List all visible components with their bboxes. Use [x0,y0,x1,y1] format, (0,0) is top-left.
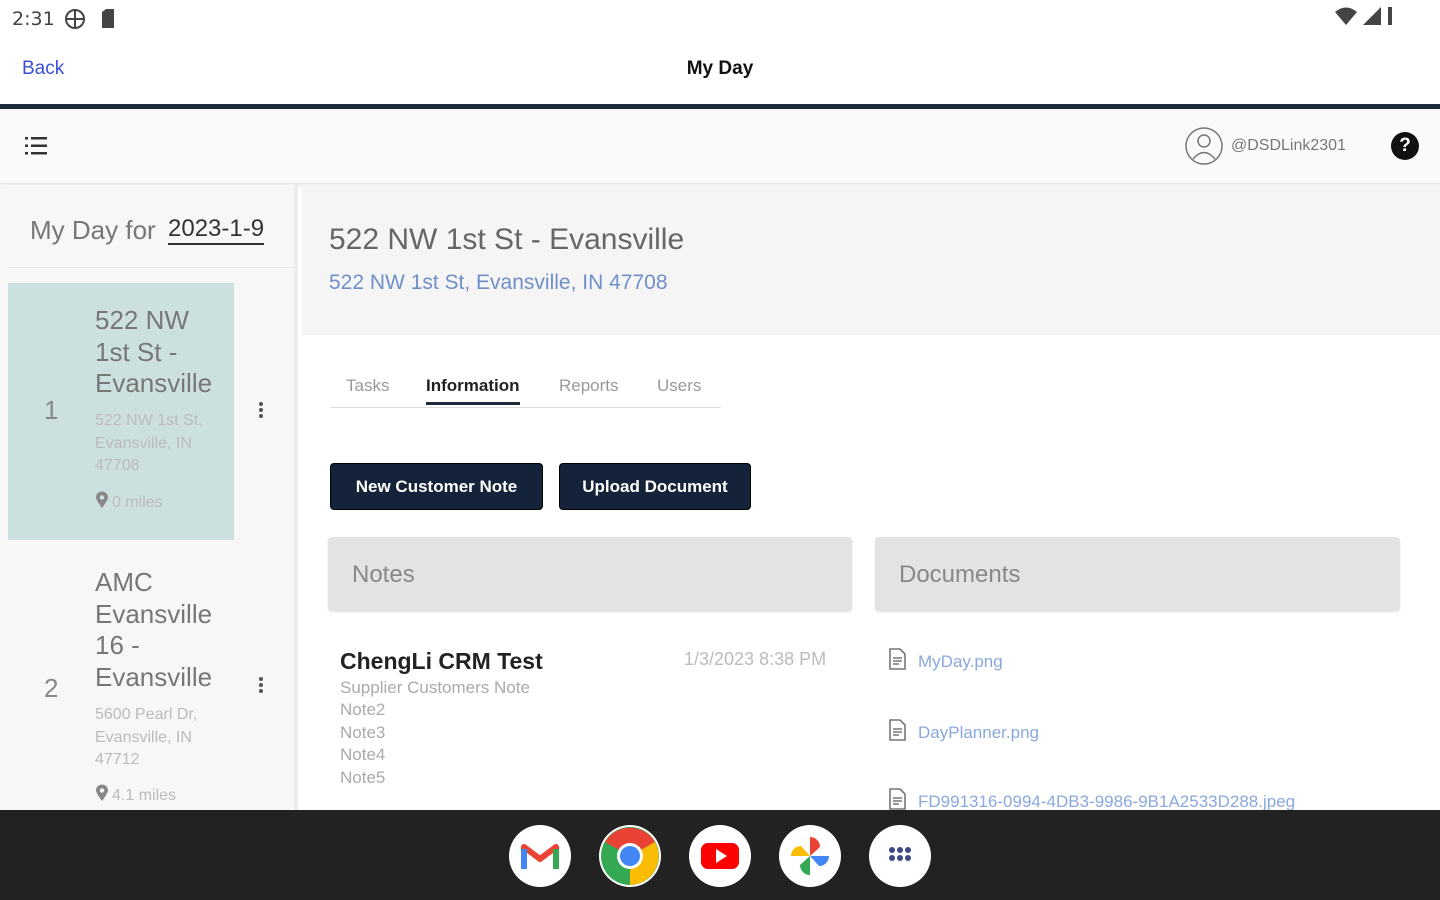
stop-distance-row: 4.1 miles [95,784,176,807]
location-header: 522 NW 1st St - Evansville 522 NW 1st St… [302,185,1440,335]
note-timestamp: 1/3/2023 8:38 PM [684,649,827,669]
note-line: Note4 [340,745,386,764]
note-line: Supplier Customers Note [340,678,530,697]
stop-options-icon[interactable] [258,677,264,695]
my-day-label: My Day for [30,215,156,245]
tab-tasks[interactable]: Tasks [346,376,389,402]
document-item[interactable]: DayPlanner.png [888,719,1039,746]
tab-bar: Tasks Information Reports Users [331,370,721,408]
location-address-link[interactable]: 522 NW 1st St, Evansville, IN 47708 [329,271,668,295]
documents-header-label: Documents [899,561,1021,588]
document-item[interactable]: MyDay.png [888,648,1003,675]
stop-options-icon[interactable] [258,402,264,420]
divider [8,267,294,268]
document-name[interactable]: FD991316-0994-4DB3-9986-9B1A2533D288.jpe… [918,792,1295,812]
status-time: 2:31 [12,8,55,30]
file-icon [888,648,906,675]
stop-distance-row: 0 miles [95,491,163,514]
stop-name: 522 NW 1st St - Evansville [95,305,213,398]
signal-icon [1362,6,1382,31]
youtube-icon[interactable] [689,825,751,887]
new-customer-note-button[interactable]: New Customer Note [330,463,543,510]
user-avatar-icon[interactable] [1184,126,1224,166]
stop-number: 1 [44,395,59,425]
status-icons-right [1334,6,1394,31]
stop-address: 5600 Pearl Dr, Evansville, IN 47712 [95,706,198,768]
stop-item[interactable]: 2 AMC Evansville 16 - Evansville 5600 Pe… [8,555,234,811]
photos-icon[interactable] [779,825,841,887]
note-author: ChengLi CRM Test [340,648,543,674]
status-bar: 2:31 [0,0,1440,38]
wifi-icon [1334,6,1358,31]
stop-number: 2 [44,673,59,703]
stop-distance: 0 miles [112,493,163,511]
note-line: Note2 [340,700,386,719]
tab-information[interactable]: Information [426,376,520,405]
gmail-icon[interactable] [509,825,571,887]
tab-reports[interactable]: Reports [559,376,619,402]
toolbar: @DSDLink2301 ? [0,109,1440,184]
location-pin-icon [95,784,109,807]
file-icon [888,719,906,746]
stop-name: AMC Evansville 16 - Evansville [95,567,213,692]
notes-header: Notes [328,537,852,611]
day-sidebar: My Day for 2023-1-9 1 522 NW 1st St - Ev… [0,185,298,811]
notes-header-label: Notes [352,561,415,588]
app-header: Back My Day [0,38,1440,104]
battery-icon [1386,6,1394,31]
note-line: Note3 [340,723,386,742]
page-title: My Day [686,58,754,79]
location-title: 522 NW 1st St - Evansville [329,223,685,256]
app-drawer-icon[interactable] [869,825,931,887]
stop-item[interactable]: 1 522 NW 1st St - Evansville 522 NW 1st … [8,283,234,540]
upload-document-button[interactable]: Upload Document [559,463,751,510]
tab-users[interactable]: Users [657,376,701,402]
stop-distance: 4.1 miles [112,786,177,804]
note-line: Note5 [340,768,386,787]
taskbar [0,810,1440,900]
sim-card-icon [100,8,116,35]
documents-header: Documents [875,537,1400,611]
location-pin-icon [95,491,109,514]
document-name[interactable]: MyDay.png [918,652,1003,672]
date-picker[interactable]: 2023-1-9 [168,215,265,245]
vpn-icon [64,8,86,35]
chrome-icon[interactable] [599,825,661,887]
document-name[interactable]: DayPlanner.png [918,723,1039,743]
help-icon[interactable]: ? [1391,132,1419,160]
stop-address: 522 NW 1st St, Evansville, IN 47708 [95,412,203,474]
menu-icon[interactable] [22,133,50,159]
user-handle[interactable]: @DSDLink2301 [1231,137,1346,155]
